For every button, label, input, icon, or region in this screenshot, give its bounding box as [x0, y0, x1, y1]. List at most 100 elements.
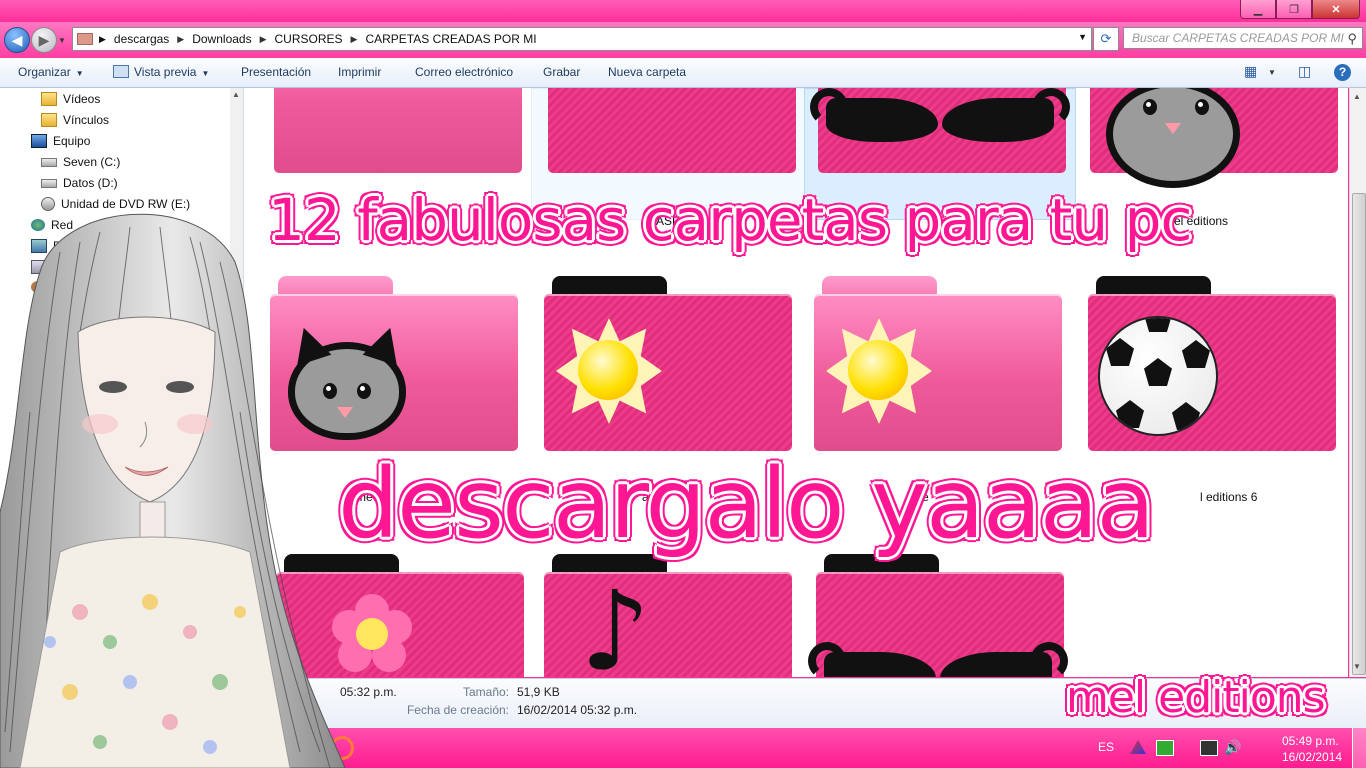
search-placeholder: Buscar CARPETAS CREADAS POR MI — [1132, 31, 1344, 45]
folder-item[interactable] — [544, 276, 792, 451]
chevron-right-icon[interactable]: ▶ — [260, 34, 267, 45]
cat-face-icon — [1106, 88, 1240, 188]
search-input[interactable]: Buscar CARPETAS CREADAS POR MI ⚲ — [1123, 27, 1363, 49]
window-controls: ▁ ❐ ✕ — [1240, 0, 1360, 19]
chevron-down-icon: ▼ — [75, 69, 84, 78]
language-indicator[interactable]: ES — [1098, 740, 1114, 754]
forward-button[interactable]: ▶ — [31, 27, 57, 53]
chevron-right-icon[interactable]: ▶ — [351, 34, 358, 45]
nav-item-drive-c[interactable]: Seven (C:) — [41, 155, 120, 169]
striped-folder-icon — [548, 88, 796, 173]
cta-overlay-text: descargalo yaaaa — [338, 448, 1155, 560]
folder-item[interactable] — [1088, 276, 1336, 451]
nav-item-drive-d[interactable]: Datos (D:) — [41, 176, 118, 190]
action-center-icon[interactable] — [1156, 740, 1174, 756]
chevron-down-icon[interactable]: ▼ — [1078, 32, 1087, 42]
nav-item-label: Equipo — [53, 134, 91, 148]
chevron-right-icon[interactable]: ▶ — [99, 34, 106, 45]
scrollbar-thumb[interactable] — [1352, 193, 1366, 675]
created-value: 16/02/2014 05:32 p.m. — [517, 703, 638, 717]
nav-item-computer[interactable]: Equipo — [31, 134, 90, 148]
command-bar: Organizar ▼ Vista previa ▼ Presentación Im… — [0, 58, 1366, 88]
nav-item-videos[interactable]: Vídeos — [41, 92, 100, 106]
folder-item[interactable] — [810, 88, 1070, 173]
nav-item-label: Unidad de DVD RW (E:) — [61, 197, 191, 211]
close-button[interactable]: ✕ — [1312, 0, 1360, 19]
chevron-right-icon[interactable]: ▶ — [177, 34, 184, 45]
address-row: ◀ ▶ ▼ ▶ descargas ▶ Downloads ▶ CURSORES… — [0, 22, 1366, 58]
signature-overlay-text: mel editions — [1066, 672, 1326, 723]
organize-label: Organizar — [18, 65, 71, 79]
folder-video-icon — [41, 92, 57, 106]
folder-item[interactable]: ♪ — [544, 554, 792, 677]
minimize-button[interactable]: ▁ — [1240, 0, 1276, 19]
folder-links-icon — [41, 113, 57, 127]
breadcrumb-item[interactable]: CARPETAS CREADAS POR MI — [365, 32, 536, 46]
burn-button[interactable]: Grabar — [543, 65, 580, 79]
clock-date[interactable]: 16/02/2014 — [1282, 750, 1342, 764]
print-button[interactable]: Imprimir — [338, 65, 381, 79]
breadcrumb-item[interactable]: descargas — [114, 32, 169, 46]
preview-button[interactable]: Vista previa ▼ — [113, 65, 209, 79]
soccer-ball-icon — [1098, 316, 1218, 436]
mustache-icon — [810, 88, 1070, 150]
drive-icon — [41, 157, 57, 167]
folder-item[interactable] — [274, 88, 522, 173]
scroll-down-icon[interactable]: ▼ — [1353, 662, 1361, 671]
nav-item-links[interactable]: Vínculos — [41, 113, 109, 127]
title-bar: ▁ ❐ ✕ — [0, 0, 1366, 22]
girl-drawing — [0, 213, 345, 768]
preview-pane-icon[interactable]: ◫ — [1298, 63, 1311, 80]
view-options-icon[interactable]: ▦ — [1244, 63, 1257, 80]
file-view: ASP el editions me a e l editions 6 ♪ — [244, 88, 1348, 677]
nav-item-label: Vídeos — [63, 92, 101, 106]
maximize-button[interactable]: ❐ — [1276, 0, 1312, 19]
scroll-up-icon[interactable]: ▲ — [1353, 92, 1361, 101]
girl-illustration — [0, 212, 345, 768]
nav-item-label: Vínculos — [63, 113, 110, 127]
refresh-button[interactable]: ⟳ — [1093, 27, 1119, 51]
headline-overlay-text: 12 fabulosas carpetas para tu pc — [268, 186, 1192, 254]
folder-item[interactable] — [814, 276, 1062, 451]
folder-item[interactable] — [548, 88, 796, 173]
tray-app-icon[interactable] — [1130, 740, 1146, 754]
nav-item-label: Seven (C:) — [63, 155, 121, 169]
dvd-icon — [41, 197, 55, 211]
pink-folder-icon — [274, 88, 522, 173]
email-button[interactable]: Correo electrónico — [415, 65, 513, 79]
chevron-down-icon[interactable]: ▼ — [1268, 68, 1276, 77]
preview-label: Vista previa — [134, 65, 197, 79]
preview-icon — [113, 65, 129, 78]
nav-item-label: Datos (D:) — [63, 176, 118, 190]
search-icon[interactable]: ⚲ — [1347, 31, 1357, 47]
organize-button[interactable]: Organizar ▼ — [18, 65, 84, 79]
clock-time[interactable]: 05:49 p.m. — [1282, 734, 1339, 748]
sun-icon — [548, 310, 668, 430]
sun-icon — [818, 310, 938, 430]
computer-icon — [31, 134, 47, 148]
breadcrumb-item[interactable]: CURSORES — [275, 32, 343, 46]
address-bar[interactable]: ▶ descargas ▶ Downloads ▶ CURSORES ▶ CAR… — [72, 27, 1092, 51]
breadcrumb: descargas ▶ Downloads ▶ CURSORES ▶ CARPE… — [114, 32, 537, 46]
mustache-icon — [808, 642, 1068, 677]
scroll-up-icon[interactable]: ▲ — [232, 90, 240, 99]
content-scrollbar[interactable]: ▲ ▼ — [1349, 88, 1366, 677]
size-value: 51,9 KB — [517, 685, 560, 699]
created-label: Fecha de creación: — [406, 703, 509, 717]
presentation-button[interactable]: Presentación — [241, 65, 311, 79]
new-folder-button[interactable]: Nueva carpeta — [608, 65, 686, 79]
file-name[interactable]: l editions 6 — [1200, 490, 1257, 504]
volume-icon[interactable]: 🔊 — [1224, 739, 1241, 756]
back-button[interactable]: ◀ — [4, 27, 30, 53]
help-icon[interactable]: ? — [1334, 64, 1351, 81]
music-note-icon: ♪ — [580, 567, 651, 677]
breadcrumb-item[interactable]: Downloads — [192, 32, 251, 46]
show-desktop-button[interactable] — [1352, 728, 1366, 768]
history-dropdown-icon[interactable]: ▼ — [58, 36, 66, 45]
nav-item-dvd[interactable]: Unidad de DVD RW (E:) — [41, 197, 190, 211]
folder-item[interactable] — [808, 554, 1068, 677]
location-icon — [77, 33, 93, 45]
folder-item[interactable] — [1090, 88, 1338, 188]
chevron-down-icon: ▼ — [201, 69, 210, 78]
network-tray-icon[interactable] — [1200, 740, 1218, 756]
